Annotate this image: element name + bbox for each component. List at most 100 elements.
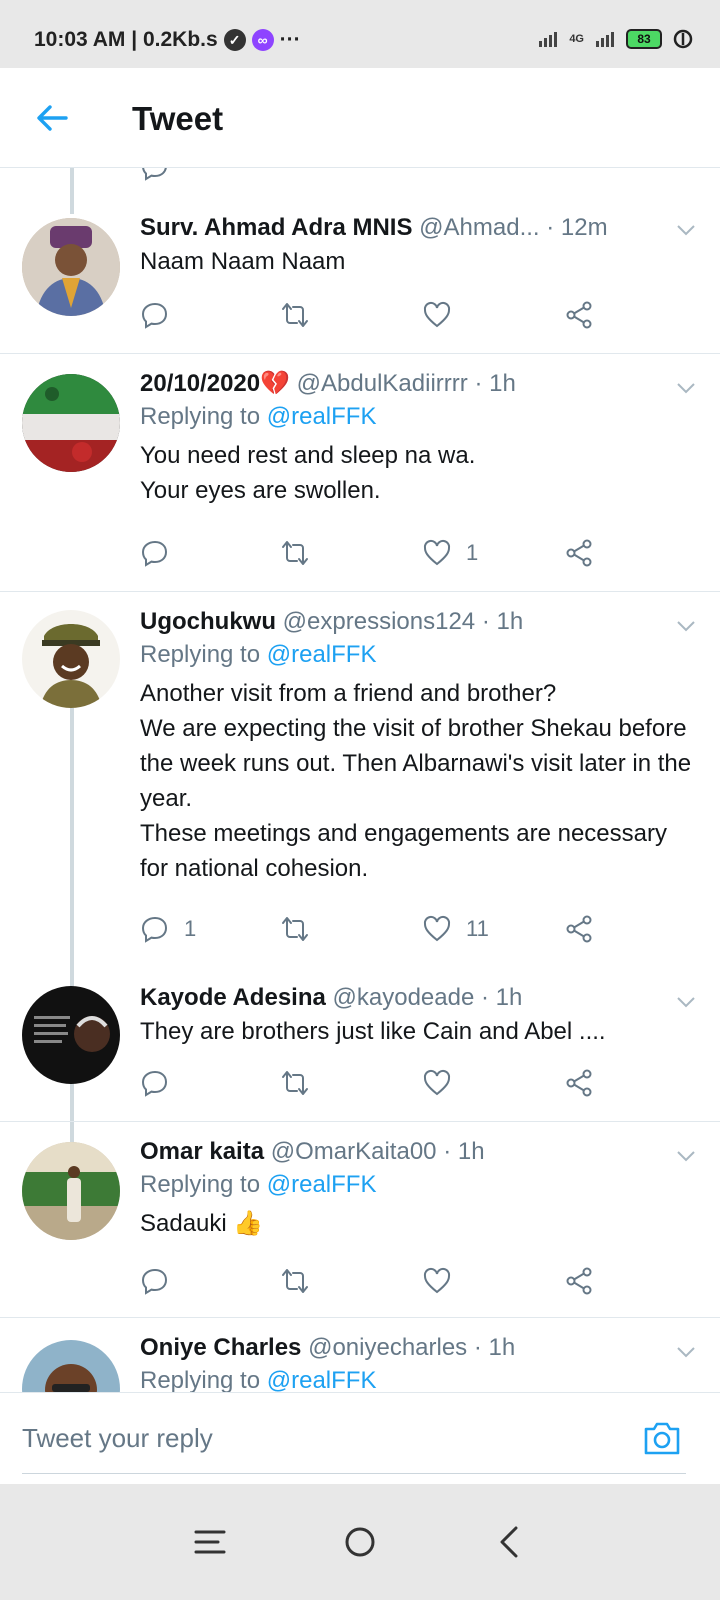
retweet-action[interactable]	[280, 538, 324, 568]
tweet-item[interactable]: Kayode Adesina @kayodeade · 1h They are …	[0, 972, 720, 1122]
check-circle-icon: ✓	[223, 29, 246, 51]
heart-icon	[423, 915, 451, 942]
tweet-actions: 1	[140, 538, 620, 572]
tweet-header: Omar kaita @OmarKaita00 · 1h	[140, 1136, 700, 1168]
replying-prefix: Replying to	[140, 1171, 267, 1198]
reply-action[interactable]	[140, 168, 170, 182]
reply-composer[interactable]: Tweet your reply	[0, 1392, 720, 1484]
reply-icon	[141, 302, 168, 329]
tweet-item[interactable]: Ugochukwu @expressions124 · 1h Replying …	[0, 592, 720, 972]
retweet-icon	[282, 1071, 308, 1095]
network-type: 4G	[569, 33, 584, 45]
tweet-actions	[140, 1068, 620, 1102]
chevron-down-icon[interactable]	[674, 614, 698, 638]
retweet-icon	[282, 917, 308, 941]
heart-icon	[423, 301, 451, 328]
replying-prefix: Replying to	[140, 1367, 267, 1394]
author-name[interactable]: 20/10/2020💔	[140, 370, 290, 397]
retweet-action[interactable]	[280, 914, 324, 944]
reply-underline	[22, 1473, 686, 1474]
tweet-item[interactable]: 20/10/2020💔 @AbdulKadiirrrr · 1h Replyin…	[0, 354, 720, 592]
replying-to-link[interactable]: @realFFK	[267, 1367, 377, 1394]
chevron-down-icon[interactable]	[674, 990, 698, 1014]
like-action[interactable]: 11	[422, 914, 489, 944]
camera-icon[interactable]	[642, 1419, 682, 1457]
like-action[interactable]	[422, 1068, 466, 1098]
tweet-content: Omar kaita @OmarKaita00 · 1h Replying to…	[140, 1136, 700, 1241]
menu-icon[interactable]	[188, 1520, 232, 1564]
top-app-bar: Tweet	[0, 68, 720, 168]
replies-feed[interactable]: Surv. Ahmad Adra MNIS @Ahmad... · 12m Na…	[0, 168, 720, 1420]
author-handle[interactable]: @Ahmad...	[419, 214, 539, 241]
chevron-down-icon[interactable]	[674, 1340, 698, 1364]
tweet-actions	[140, 300, 620, 334]
tweet-text: They are brothers just like Cain and Abe…	[140, 1018, 606, 1045]
reply-action[interactable]	[140, 538, 184, 568]
author-name[interactable]: Oniye Charles	[140, 1334, 301, 1361]
chevron-down-icon[interactable]	[674, 218, 698, 242]
home-icon[interactable]	[338, 1520, 382, 1564]
reply-icon	[141, 1070, 168, 1097]
retweet-icon	[282, 541, 308, 565]
reply-count: 1	[184, 916, 197, 941]
author-name[interactable]: Kayode Adesina	[140, 984, 326, 1011]
replying-to: Replying to @realFFK	[140, 1168, 700, 1202]
status-bar: 10:03 AM | 0.2Kb.s ✓ ∞ ··· 4G 83	[0, 0, 720, 68]
avatar[interactable]	[22, 218, 120, 316]
chevron-down-icon[interactable]	[674, 1144, 698, 1168]
like-action[interactable]: 1	[422, 538, 478, 568]
reply-icon	[141, 1268, 168, 1295]
page-title: Tweet	[132, 100, 224, 137]
reply-action[interactable]	[140, 1266, 184, 1296]
author-handle[interactable]: @AbdulKadiirrrr	[297, 370, 468, 397]
tweet-text: Naam Naam Naam	[140, 248, 346, 275]
chevron-down-icon[interactable]	[674, 376, 698, 400]
avatar[interactable]	[22, 610, 120, 708]
share-action[interactable]	[564, 538, 594, 568]
author-handle[interactable]: @OmarKaita00	[271, 1138, 437, 1165]
avatar-image	[22, 610, 120, 708]
tweet-time: · 1h	[443, 1138, 485, 1165]
tweet-content: Surv. Ahmad Adra MNIS @Ahmad... · 12m Na…	[140, 212, 700, 279]
reply-action[interactable]	[140, 1068, 184, 1098]
replying-to-link[interactable]: @realFFK	[267, 1171, 377, 1198]
tweet-time: · 12m	[546, 214, 608, 241]
back-arrow-icon[interactable]	[32, 98, 72, 138]
signal-icon-2	[596, 32, 614, 47]
author-handle[interactable]: @kayodeade	[333, 984, 475, 1011]
share-action[interactable]	[564, 1266, 594, 1296]
retweet-action[interactable]	[280, 300, 324, 330]
reply-action[interactable]	[140, 300, 184, 330]
share-action[interactable]	[564, 300, 594, 330]
author-name[interactable]: Surv. Ahmad Adra MNIS	[140, 214, 412, 241]
author-name[interactable]: Ugochukwu	[140, 608, 276, 635]
author-name[interactable]: Omar kaita	[140, 1138, 264, 1165]
author-handle[interactable]: @expressions124	[283, 608, 475, 635]
tweet-text: You need rest and sleep na wa. Your eyes…	[140, 442, 476, 504]
reply-input[interactable]: Tweet your reply	[22, 1423, 213, 1454]
tweet-item[interactable]: Surv. Ahmad Adra MNIS @Ahmad... · 12m Na…	[0, 196, 720, 354]
retweet-action[interactable]	[280, 1266, 324, 1296]
tweet-header: Kayode Adesina @kayodeade · 1h	[140, 982, 700, 1014]
like-action[interactable]	[422, 1266, 466, 1296]
like-action[interactable]	[422, 300, 466, 330]
share-action[interactable]	[564, 914, 594, 944]
tweet-content: 20/10/2020💔 @AbdulKadiirrrr · 1h Replyin…	[140, 368, 700, 508]
replying-to: Replying to @realFFK	[140, 400, 700, 434]
tweet-text: Sadauki 👍	[140, 1210, 264, 1237]
share-icon	[566, 539, 592, 567]
status-right: 4G 83	[537, 28, 694, 50]
replying-to-link[interactable]: @realFFK	[267, 403, 377, 430]
author-handle[interactable]: @oniyecharles	[308, 1334, 467, 1361]
retweet-action[interactable]	[280, 1068, 324, 1098]
avatar[interactable]	[22, 1142, 120, 1240]
avatar[interactable]	[22, 374, 120, 472]
back-icon[interactable]	[488, 1520, 532, 1564]
share-action[interactable]	[564, 1068, 594, 1098]
replying-to-link[interactable]: @realFFK	[267, 641, 377, 668]
tweet-item[interactable]: Omar kaita @OmarKaita00 · 1h Replying to…	[0, 1122, 720, 1318]
reply-action[interactable]: 1	[140, 914, 196, 944]
avatar[interactable]	[22, 986, 120, 1084]
avatar-image	[22, 374, 120, 472]
status-left: 10:03 AM | 0.2Kb.s ✓ ∞ ···	[34, 28, 301, 52]
